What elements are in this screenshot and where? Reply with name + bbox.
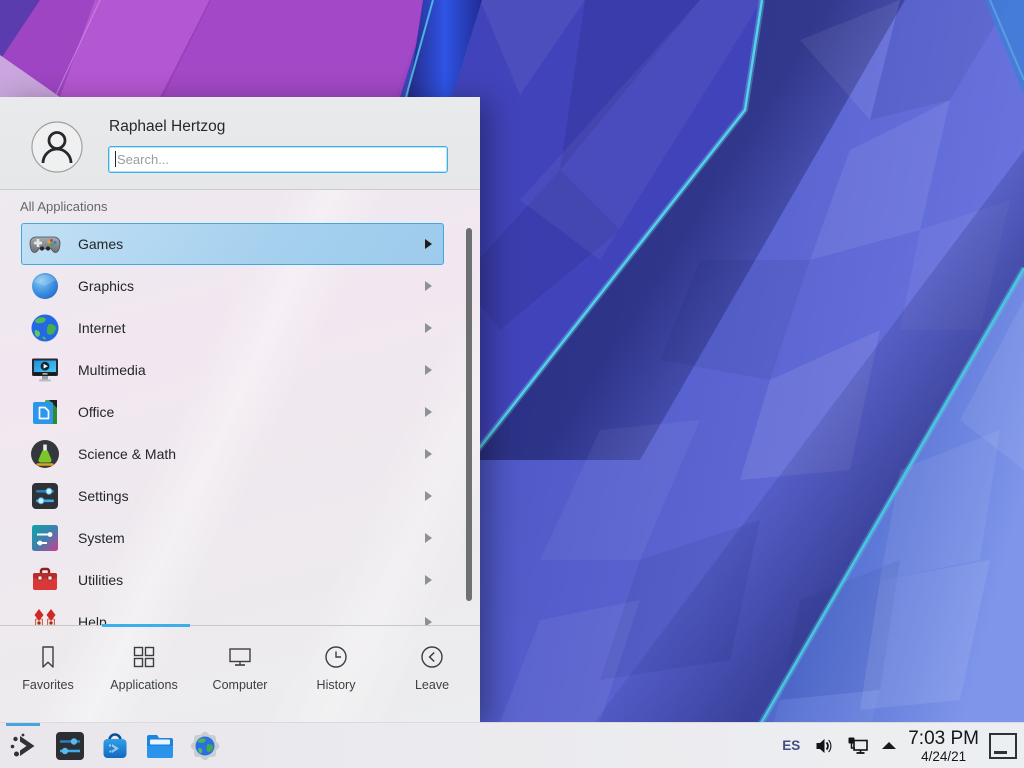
launcher-tabbar: Favorites Applications Computer [0,626,480,722]
text-cursor [115,151,116,167]
menu-item-multimedia[interactable]: Multimedia [21,349,444,391]
tab-label: Leave [415,678,449,692]
system-tray: ES 7:03 PM 4/2 [782,728,1017,764]
computer-icon [226,643,254,671]
menu-item-label: Utilities [78,572,123,588]
help-icon [29,606,61,625]
leave-icon [418,643,446,671]
tab-label: Favorites [22,678,73,692]
science-icon [29,438,61,470]
tab-computer[interactable]: Computer [192,626,288,722]
submenu-arrow-icon [425,617,432,625]
expand-tray-icon[interactable] [882,742,896,749]
submenu-arrow-icon [425,239,432,249]
menu-item-system[interactable]: System [21,517,444,559]
games-icon [29,228,61,260]
tab-label: History [317,678,356,692]
tab-favorites[interactable]: Favorites [0,626,96,722]
tab-leave[interactable]: Leave [384,626,480,722]
launcher-header: Raphael Hertzog [0,97,480,190]
submenu-arrow-icon [425,449,432,459]
menu-item-help[interactable]: Help [21,601,444,625]
active-task-indicator [6,723,40,726]
kde-launcher-icon [8,731,38,761]
submenu-arrow-icon [425,491,432,501]
menu-item-internet[interactable]: Internet [21,307,444,349]
menu-item-label: Settings [78,488,129,504]
show-desktop-button[interactable] [989,733,1017,759]
submenu-arrow-icon [425,365,432,375]
web-browser-icon[interactable] [189,730,221,762]
clock-time: 7:03 PM [908,728,979,749]
tab-history[interactable]: History [288,626,384,722]
search-input[interactable] [108,146,448,173]
menu-item-label: Internet [78,320,125,336]
digital-clock[interactable]: 7:03 PM 4/24/21 [908,728,979,764]
settings-icon [29,480,61,512]
section-label: All Applications [20,199,107,214]
menu-item-office[interactable]: Office [21,391,444,433]
taskbar: ES 7:03 PM 4/2 [0,722,1024,768]
applications-icon [130,643,158,671]
tab-label: Computer [213,678,268,692]
network-icon[interactable] [847,736,869,756]
menu-item-utilities[interactable]: Utilities [21,559,444,601]
submenu-arrow-icon [425,407,432,417]
submenu-arrow-icon [425,575,432,585]
tab-applications[interactable]: Applications [96,626,192,722]
office-icon [29,396,61,428]
system-settings-icon[interactable] [54,730,86,762]
menu-item-science-math[interactable]: Science & Math [21,433,444,475]
discover-icon[interactable] [99,730,131,762]
graphics-icon [29,270,61,302]
submenu-arrow-icon [425,281,432,291]
user-avatar[interactable] [31,121,83,173]
application-launcher-menu: Raphael Hertzog All Applications [0,97,480,722]
clock-date: 4/24/21 [921,749,966,764]
user-name: Raphael Hertzog [109,118,225,136]
menu-item-games[interactable]: Games [21,223,444,265]
volume-icon[interactable] [814,736,834,756]
internet-icon [29,312,61,344]
submenu-arrow-icon [425,533,432,543]
utilities-icon [29,564,61,596]
menu-item-settings[interactable]: Settings [21,475,444,517]
menu-item-label: Games [78,236,123,252]
history-icon [322,643,350,671]
tab-label: Applications [110,678,177,692]
desktop: Raphael Hertzog All Applications [0,0,1024,768]
list-scrollbar[interactable] [466,228,472,601]
file-manager-icon[interactable] [144,730,176,762]
keyboard-layout-indicator[interactable]: ES [782,738,800,753]
application-category-list: Games Graphics Internet [0,223,480,625]
favorites-icon [34,643,62,671]
system-icon [29,522,61,554]
menu-item-label: Office [78,404,114,420]
menu-item-label: Science & Math [78,446,176,462]
multimedia-icon [29,354,61,386]
submenu-arrow-icon [425,323,432,333]
menu-item-label: Multimedia [78,362,146,378]
menu-item-label: Graphics [78,278,134,294]
application-launcher-button[interactable] [4,723,42,768]
menu-item-label: System [78,530,125,546]
menu-item-graphics[interactable]: Graphics [21,265,444,307]
